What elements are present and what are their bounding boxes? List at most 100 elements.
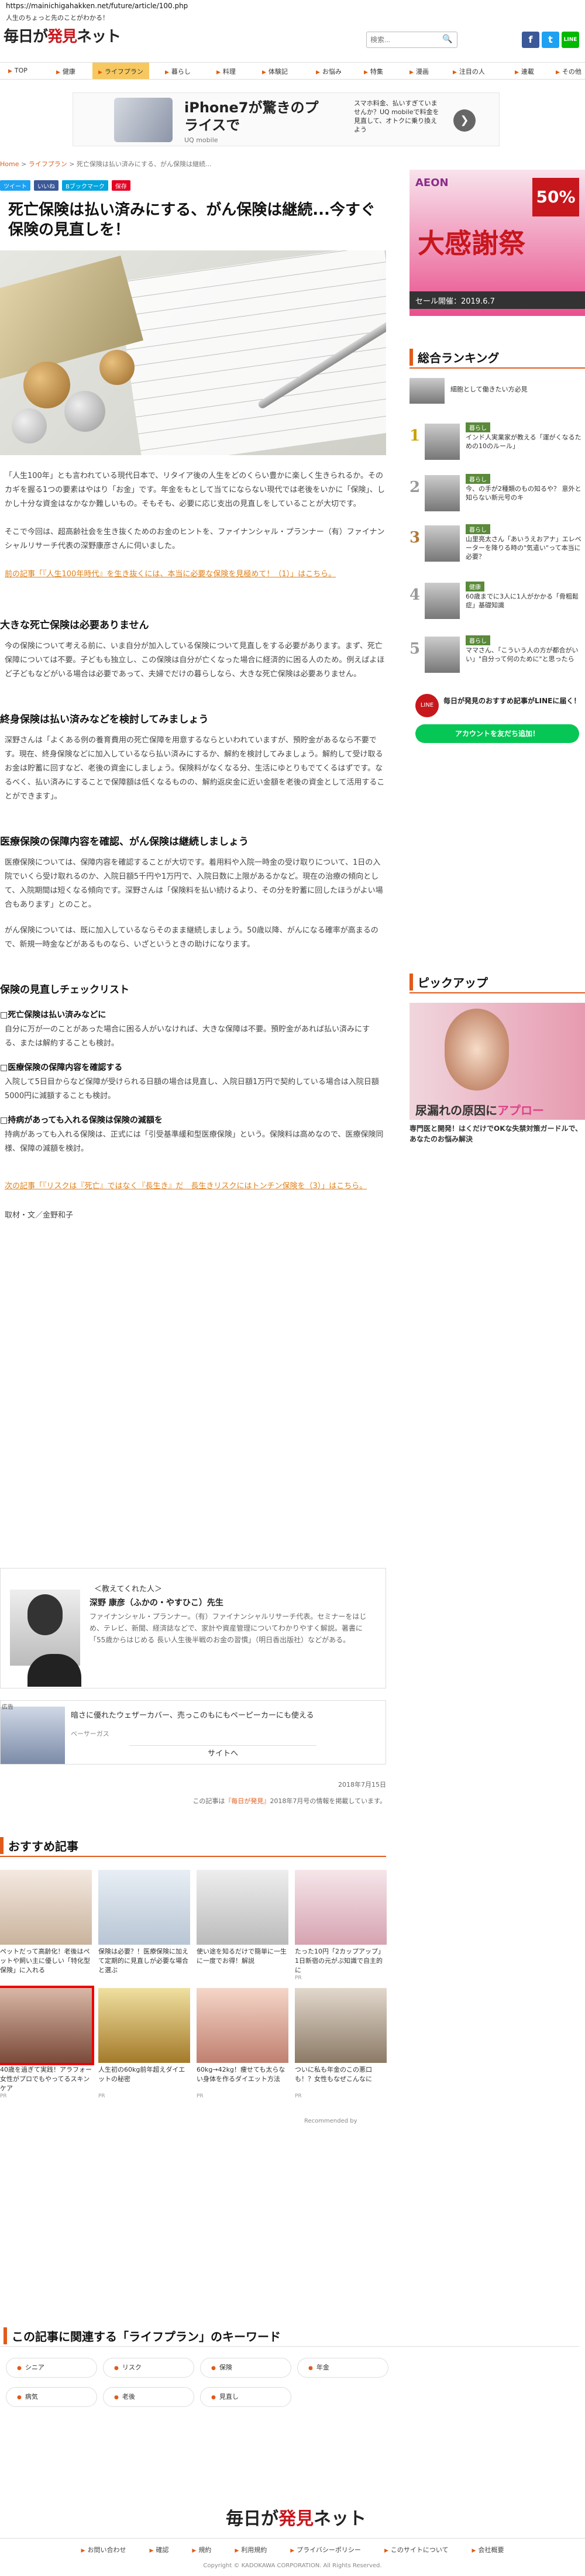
next-article-link[interactable]: 次の記事「『リスクは『死亡』ではなく『長生き』だ 長生きリスクにはトンチン保険を… [5,1179,385,1194]
line-add-friend-button[interactable]: アカウントを友だち追加！ [415,724,579,743]
ad-cta-button[interactable]: サイトへ [129,1745,316,1762]
search-icon[interactable]: 🔍 [442,35,452,44]
pinterest-save-button[interactable]: 保存 [111,180,130,191]
recommend-card[interactable]: 保険は必要？！医療保険に加えて定期的に見直しが必要な場合と選ぶ [98,1870,190,1975]
footer-link[interactable]: ▶ 会社概要 [472,2545,504,2554]
ad-sponsor: ベーサーガス [71,1730,109,1738]
top-ad-banner[interactable]: iPhone7が驚きのプライスで UQ mobile スマホ料金、払いすぎていま… [73,92,500,146]
breadcrumb-home[interactable]: Home [0,160,19,168]
site-header: 毎日が発見ネット 🔍 f t LINE [0,21,585,53]
prev-article-link[interactable]: 前の記事「『人生100年時代』を生き抜くには、本当に必要な保険を見極めて！（1）… [5,568,385,582]
nav-item-living[interactable]: ▶ 暮らし [165,67,191,76]
author-description: ファイナンシャル・プランナー。（有）ファイナンシャルリサーチ代表。セミナーをはじ… [90,1612,367,1644]
author-box: ＜教えてくれた人＞ 深野 康彦（ふかの・やすひこ）先生 ファイナンシャル・プラン… [0,1568,386,1688]
nav-item-other[interactable]: ▶ その他 [556,67,581,76]
author-name: 深野 康彦（ふかの・やすひこ）先生 [90,1598,223,1608]
ad-description: スマホ料金、払いすぎていませんか？UQ mobileで料金を見直して、オトクに乗… [354,99,439,133]
recommend-card[interactable]: たった10円「2カップアップ」1日新宿の元がぶ知識で自主的に PR [295,1870,387,1981]
nav-item-people[interactable]: ▶ 注目の人 [453,67,485,76]
section-heading: 保険の見直しチェックリスト [0,984,129,996]
keyword-chip[interactable]: ● 病気 [6,2387,97,2407]
checklist-item: □持病があっても入れる保険は保険の減額を [0,1116,163,1125]
recommend-card[interactable]: 60kg→42kg！痩せても太らない身体を作るダイエット方法 PR [197,1988,288,2099]
keywords-heading: この記事に関連する「ライフプラン」のキーワード [4,2327,281,2344]
footer-link[interactable]: ▶ 利用規約 [235,2545,267,2554]
mid-ad[interactable]: 広告 暗さに優れたウェザーカバー、売っこのもにもペーピーカーにも使える ベーサー… [0,1700,386,1765]
like-button[interactable]: いいね [34,180,58,191]
tweet-button[interactable]: ツイート [0,180,30,191]
twitter-icon[interactable]: t [542,32,559,48]
breadcrumb-current: 死亡保険は払い済みにする、がん保険は継続... [76,160,212,168]
line-icon[interactable]: LINE [562,32,579,48]
recommended-by[interactable]: Recommended by [304,2118,357,2124]
pickup-image[interactable]: 尿漏れの原因にアプロー [410,1003,585,1120]
footer-link[interactable]: ▶ 規約 [192,2545,211,2554]
ranking-heading: 総合ランキング [410,349,499,366]
section-heading: 終身保険は払い済みなどを検討してみましょう [0,714,209,725]
ranking-item[interactable]: 4 健康 60歳までに3人に1人がかかる「骨粗鬆症」基礎知識 [410,582,585,622]
logo-part1: 毎日が [4,28,48,46]
author-about-label: ＜教えてくれた人＞ [94,1585,162,1594]
ranking-item[interactable]: 2 暮らし 今、の手が2種類のもの知るや？ 意外と知らない新元号のキ [410,474,585,515]
article-paragraph: 医療保険については、保障内容を確認することが大切です。着用料や入院一時金の受け取… [5,858,383,909]
facebook-icon[interactable]: f [522,32,539,48]
share-buttons: ツイート いいね Bブックマーク 保存 [0,180,386,191]
nav-item-experience[interactable]: ▶ 体験記 [262,67,288,76]
logo-part2: 発見 [47,28,77,46]
chevron-right-icon[interactable]: ❯ [453,109,476,132]
pickup-heading: ピックアップ [410,974,488,990]
hatena-bookmark-button[interactable]: Bブックマーク [62,180,108,191]
article-paragraph: 今の保険について考える前に、いま自分が加入している保険について見直しをする必要が… [5,642,385,679]
keyword-chip[interactable]: ● シニア [6,2358,97,2378]
recommend-card[interactable]: ついに私も年金のこの悪口も！？女性もなぜこんなに PR [295,1988,387,2099]
keyword-chip[interactable]: ● 見直し [200,2387,291,2407]
ad-title: iPhone7が驚きのプライスで [184,99,319,133]
url-bar[interactable]: https://mainichigahakken.net/future/arti… [0,0,585,13]
recommend-card[interactable]: ペットだって高齢化！老後はペットや飼い主に優しい「特化型保険」に入れる [0,1870,92,1975]
keyword-chip[interactable]: ● リスク [103,2358,194,2378]
aeon-sidebar-ad[interactable]: AEON 50% 大感謝祭 セール開催：2019.6.7 [410,170,585,316]
nav-item-lifeplan[interactable]: ▶ ライフプラン [92,63,149,79]
keyword-chip[interactable]: ● 年金 [297,2358,388,2378]
site-logo[interactable]: 毎日が発見ネット [4,25,121,46]
pickup-text[interactable]: 専門医と開発！はくだけでOKな失禁対策ガードルで、あなたのお悩み解決 [410,1123,585,1144]
nav-item-top[interactable]: ▶ TOP [8,67,27,74]
aeon-headline: 大感謝祭 [418,228,525,259]
footer-logo[interactable]: 毎日が発見ネット [226,2504,366,2530]
footer-link[interactable]: ▶ プライバシーポリシー [290,2545,361,2554]
footer-link[interactable]: ▶ お問い合わせ [81,2545,126,2554]
nav-item-series[interactable]: ▶ 連載 [515,67,534,76]
nav-item-worries[interactable]: ▶ お悩み [316,67,342,76]
nav-item-cooking[interactable]: ▶ 料理 [216,67,236,76]
magazine-link[interactable]: 『毎日が発見』 [225,1797,270,1805]
article-paragraph: 深野さんは「よくある例の養育費用の死亡保障を用意するならといわれていますが、預貯… [5,736,385,801]
footer-link[interactable]: ▶ このサイトについて [384,2545,449,2554]
breadcrumb: Home > ライフプラン > 死亡保険は払い済みにする、がん保険は継続... [0,160,212,168]
recommend-card[interactable]: 使い途を知るだけで簡単に一生に一度でお得！解説 [197,1870,288,1975]
breadcrumb-category[interactable]: ライフプラン [29,160,67,168]
recommend-heading: おすすめ記事 [0,1837,78,1854]
author-photo [10,1590,81,1687]
aeon-brand: AEON [415,177,449,189]
keyword-chip[interactable]: ● 保険 [200,2358,291,2378]
ranking-item[interactable]: 1 暮らし インド人実業家が教える「運がくなるための10のルール」 [410,422,585,463]
article-paragraph: がん保険については、既に加入しているならそのまま継続しましょう。50歳以降、がん… [5,926,378,949]
global-nav: ▶ TOP ▶ 健康 ▶ ライフプラン ▶ 暮らし ▶ 料理 ▶ 体験記 ▶ お悩み ▶ 特集 … [0,62,585,80]
recommend-card[interactable]: 40歳を過ぎて実践！アラフォー女性がプロでもやってるスキンケア PR [0,1986,94,2099]
recommend-card[interactable]: 人生初の60kg前年超えダイエットの秘密 PR [98,1988,190,2099]
section-heading: 医療保険の保障内容を確認、がん保険は継続しましょう [0,836,249,848]
publish-date: 2018年7月15日 [338,1781,386,1789]
checklist-desc: 入院して5日目からなど保障が受けられる日額の場合は見直し、入院日額1万円で契約し… [5,1078,379,1100]
ranking-item[interactable]: 5 暮らし ママさん、「こういう人の方が都合がいい」"自分って何のために"と思っ… [410,635,585,676]
ad-sponsor: UQ mobile [184,136,218,144]
ranking-item[interactable]: 3 暮らし 山里亮太さん「あいうえおアナ」エレベーターを降りる時の"気遣い"って… [410,524,585,565]
line-promo-text: 毎日が発見のおすすめ記事がLINEに届く！ [443,697,581,705]
keyword-chip[interactable]: ● 老後 [103,2387,194,2407]
nav-item-feature[interactable]: ▶ 特集 [364,67,383,76]
checklist-desc: 自分に万が一のことがあった場合に困る人がいなければ、大きな保障は不要。預貯金があ… [5,1025,370,1048]
footer-link[interactable]: ▶ 確認 [149,2545,168,2554]
ranking-item[interactable]: 細胞として働きたい方必見 [410,377,585,406]
nav-item-manga[interactable]: ▶ 漫画 [410,67,429,76]
nav-item-health[interactable]: ▶ 健康 [56,67,75,76]
article-paragraph: そこで今回は、超高齢社会を生き抜くためのお金のヒントを、ファイナンシャル・プラン… [5,528,385,551]
